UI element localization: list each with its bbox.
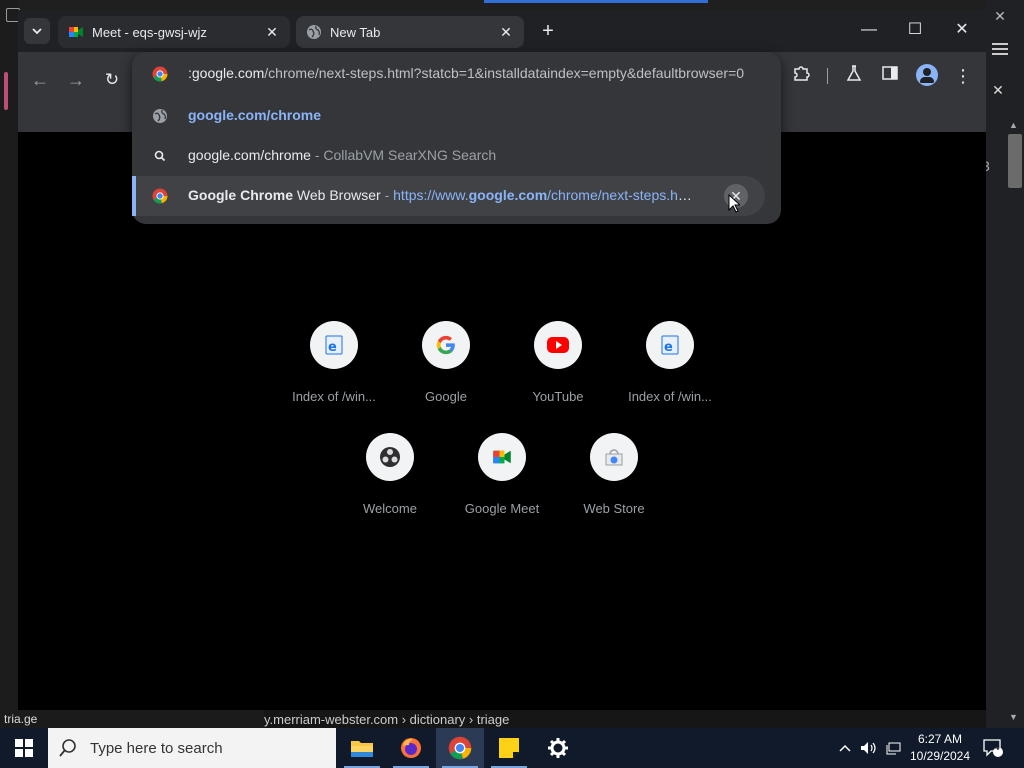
close-tab-icon[interactable]: ✕ [264, 24, 280, 40]
google-icon [422, 321, 470, 369]
notification-count: 4 [994, 742, 1000, 753]
sticky-notes-icon [499, 738, 519, 758]
shortcut-google[interactable]: Google [390, 321, 502, 417]
shortcut-web-store[interactable]: Web Store [558, 433, 670, 529]
shortcut-google-meet[interactable]: Google Meet [446, 433, 558, 529]
taskbar-search-input[interactable]: Type here to search [48, 728, 336, 768]
clock-time: 6:27 AM [917, 732, 963, 746]
tab-new-tab[interactable]: New Tab ✕ [296, 16, 524, 48]
shortcut-label: YouTube [532, 389, 584, 404]
background-active-tab-indicator [484, 0, 708, 3]
background-left-edge [0, 0, 18, 728]
background-menu-icon[interactable] [992, 40, 1008, 56]
shortcut-label: Web Store [583, 501, 645, 516]
search-icon [59, 739, 76, 757]
google-meet-icon [478, 433, 526, 481]
gear-icon [548, 738, 568, 758]
more-menu-icon[interactable]: ⋮ [951, 64, 975, 88]
toolbar-separator [827, 68, 828, 84]
youtube-icon [534, 321, 582, 369]
scroll-up-icon[interactable]: ▲ [1009, 120, 1018, 130]
suggestion-text: google.com/chrome - CollabVM SearXNG Sea… [188, 147, 497, 163]
profile-avatar[interactable] [916, 64, 938, 86]
file-explorer-icon [351, 741, 373, 757]
back-icon[interactable]: ← [26, 66, 54, 94]
shortcut-label: Google Meet [464, 501, 540, 516]
suggestion-url[interactable]: google.com/chrome [132, 96, 781, 136]
shortcut-welcome[interactable]: Welcome [334, 433, 446, 529]
address-bar[interactable]: :google.com/chrome/next-steps.html?statc… [132, 54, 781, 94]
background-accent-bar [4, 72, 8, 110]
google-meet-icon [69, 27, 83, 37]
shortcut-label: Index of /win... [628, 389, 712, 404]
status-url: tria.ge [0, 710, 264, 728]
clock-date: 10/29/2024 [909, 749, 971, 763]
tab-meet[interactable]: Meet - eqs-gwsj-wjz ✕ [58, 16, 290, 48]
chrome-icon [448, 736, 472, 760]
background-scrollbar[interactable] [1006, 120, 1024, 720]
address-bar-text[interactable]: :google.com/chrome/next-steps.html?statc… [188, 65, 761, 81]
shortcut-label: Welcome [363, 501, 417, 516]
reload-icon[interactable]: ↻ [98, 66, 126, 94]
taskbar-chrome[interactable] [436, 728, 484, 768]
globe-icon [153, 109, 167, 123]
system-clock[interactable]: 6:27 AM 10/29/2024 [898, 731, 982, 765]
ie-icon: e [646, 321, 694, 369]
tab-search-button[interactable] [24, 18, 50, 44]
background-dismiss-icon[interactable]: ✕ [990, 82, 1006, 98]
chrome-icon [152, 66, 168, 82]
start-button[interactable] [0, 728, 48, 768]
extensions-icon[interactable] [789, 64, 813, 88]
mouse-cursor-icon [728, 194, 740, 213]
tab-title: Meet - eqs-gwsj-wjz [92, 24, 207, 40]
new-tab-button[interactable]: + [536, 20, 560, 44]
forward-icon[interactable]: → [62, 66, 90, 94]
taskbar-search-placeholder: Type here to search [90, 739, 223, 757]
close-tab-icon[interactable]: ✕ [498, 24, 514, 40]
svg-text:e: e [664, 340, 673, 355]
taskbar-file-explorer[interactable] [338, 728, 386, 768]
tab-title: New Tab [330, 24, 381, 40]
suggestion-text: google.com/chrome [188, 107, 322, 123]
shortcut-label: Index of /win... [292, 389, 376, 404]
selection-indicator [132, 176, 136, 216]
background-breadcrumb: y.merriam-webster.com › dictionary › tri… [264, 712, 510, 727]
shortcut-youtube[interactable]: YouTube [502, 321, 614, 417]
windows-icon [15, 739, 33, 757]
tab-strip: Meet - eqs-gwsj-wjz ✕ New Tab ✕ + — ☐ ✕ [18, 10, 986, 52]
shortcut-label: Google [425, 389, 467, 404]
firefox-icon [401, 738, 421, 758]
taskbar-settings[interactable] [534, 728, 582, 768]
minimize-icon[interactable]: — [854, 18, 884, 42]
background-scrollbar-thumb[interactable] [1008, 134, 1022, 188]
suggestion-search[interactable]: google.com/chrome - CollabVM SearXNG Sea… [132, 136, 781, 176]
suggestion-text: Google Chrome Web Browser - https://www.… [188, 187, 695, 203]
globe-icon [307, 25, 321, 39]
omnibox-dropdown: :google.com/chrome/next-steps.html?statc… [132, 52, 781, 224]
show-hidden-icons-icon[interactable] [838, 728, 856, 768]
close-window-icon[interactable]: ✕ [947, 18, 977, 42]
labs-icon[interactable] [842, 64, 866, 88]
suggestion-history-selected[interactable]: Google Chrome Web Browser - https://www.… [132, 176, 765, 216]
side-panel-icon[interactable] [878, 64, 902, 88]
taskbar-firefox[interactable] [387, 728, 435, 768]
notification-center-button[interactable]: 4 [982, 728, 1012, 768]
taskbar: Type here to search 6:27 AM 10/29/2024 4 [0, 728, 1024, 768]
notification-icon [983, 739, 1003, 757]
chevron-down-icon [32, 28, 42, 35]
shortcut-index-of-win-2[interactable]: e Index of /win... [614, 321, 726, 417]
search-icon [154, 150, 166, 162]
web-store-icon [590, 433, 638, 481]
ie-icon: e [310, 321, 358, 369]
scroll-down-icon[interactable]: ▼ [1009, 712, 1018, 722]
chrome-icon [152, 188, 168, 204]
shortcut-index-of-win-1[interactable]: e Index of /win... [278, 321, 390, 417]
svg-text:e: e [328, 340, 337, 355]
volume-icon[interactable] [860, 728, 882, 768]
maximize-icon[interactable]: ☐ [900, 18, 930, 42]
taskbar-sticky-notes[interactable] [485, 728, 533, 768]
obs-icon [366, 433, 414, 481]
background-close-icon[interactable]: ✕ [992, 8, 1008, 24]
